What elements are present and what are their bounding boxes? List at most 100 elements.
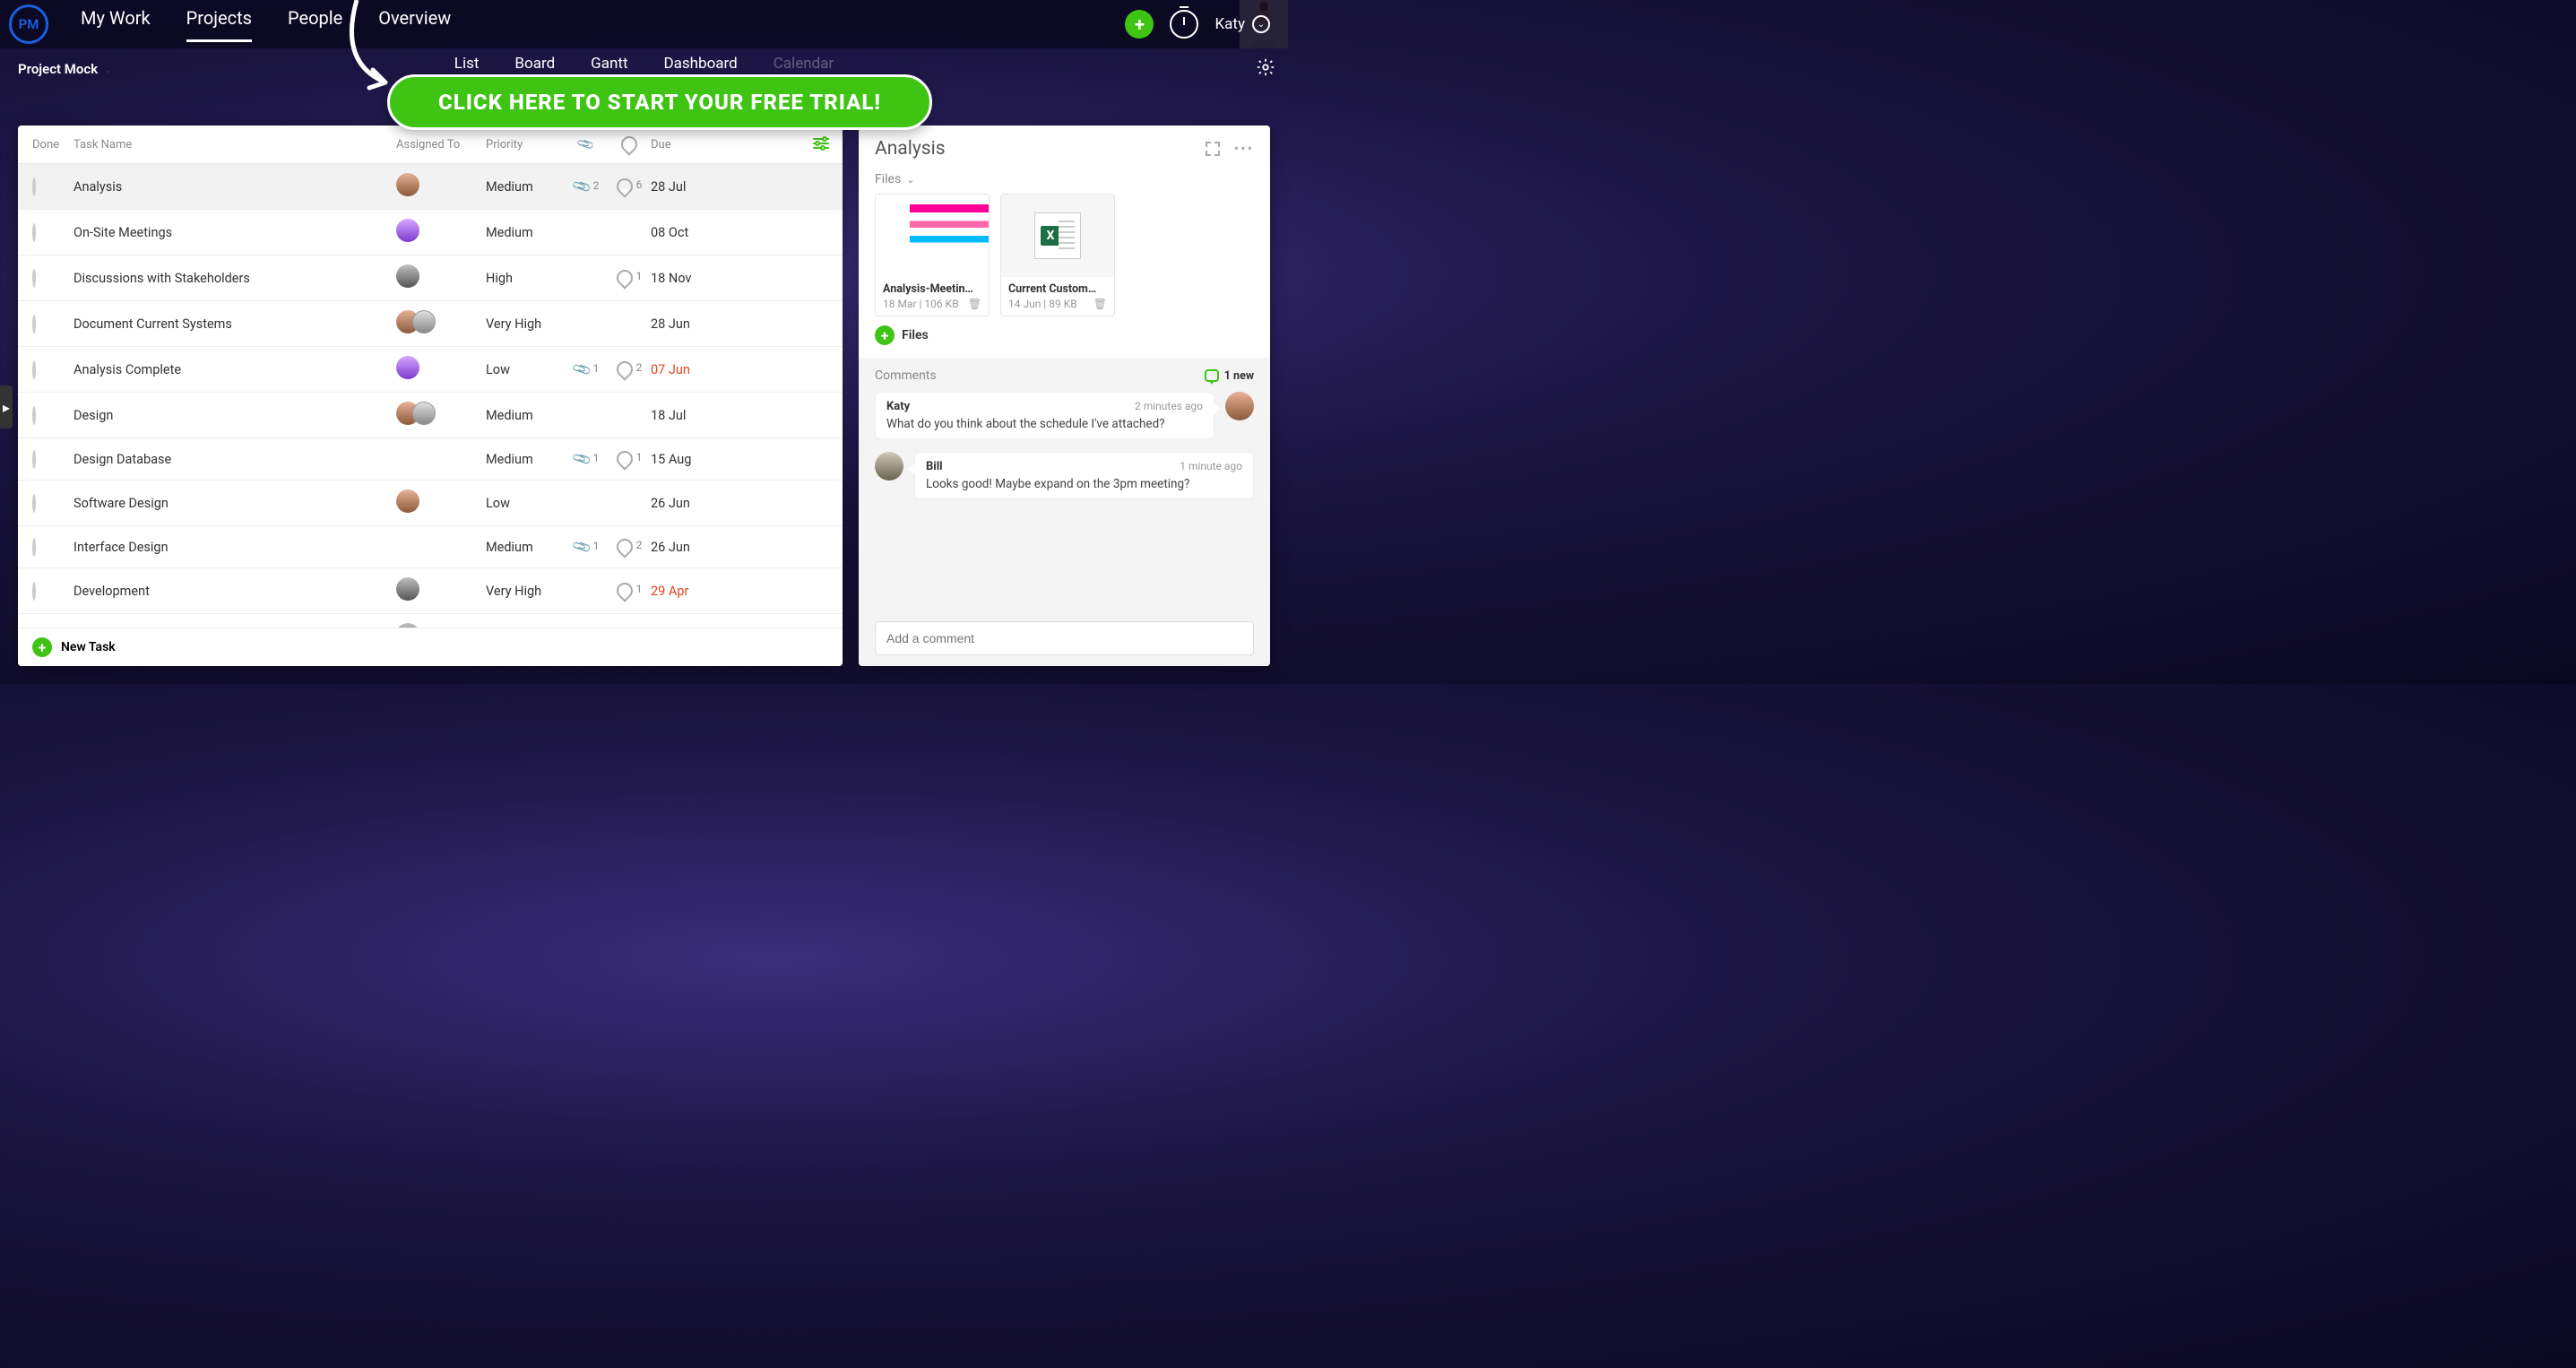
nav-overview[interactable]: Overview [378, 7, 451, 42]
top-nav: PM My Work Projects People Overview + Ka… [0, 0, 1288, 48]
task-row[interactable]: Interface DesignMedium📎1226 Jun [18, 526, 843, 568]
task-name: Interface Design [73, 540, 396, 555]
due-cell: 08 Oct [651, 225, 730, 240]
user-menu[interactable]: Katy ⌄ [1215, 15, 1270, 33]
task-row[interactable]: Discussions with StakeholdersHigh118 Nov [18, 255, 843, 301]
comment-time: 1 minute ago [1180, 460, 1242, 473]
done-checkbox[interactable] [32, 494, 36, 513]
comment-cell[interactable]: 1 [608, 583, 651, 599]
task-list-header: Done Task Name Assigned To Priority 📎 Du… [18, 126, 843, 164]
priority-cell: Low [486, 496, 565, 511]
priority-cell: Medium [486, 540, 565, 555]
task-row[interactable]: DesignMedium18 Jul [18, 393, 843, 438]
cta-free-trial[interactable]: CLICK HERE TO START YOUR FREE TRIAL! [387, 74, 932, 130]
task-row[interactable]: Develop System ModulesMedium28 Apr [18, 614, 843, 628]
plus-icon: + [32, 637, 52, 657]
comment-cell[interactable]: 2 [608, 539, 651, 555]
task-row[interactable]: Analysis CompleteLow📎1207 Jun [18, 347, 843, 393]
user-name: Katy [1215, 15, 1245, 33]
done-checkbox[interactable] [32, 406, 36, 425]
assignee-cell[interactable] [396, 577, 486, 604]
assignee-avatar [396, 577, 419, 601]
priority-cell: Medium [486, 225, 565, 240]
detail-title: Analysis [875, 138, 946, 160]
comment: Katy2 minutes agoWhat do you think about… [875, 392, 1254, 439]
done-checkbox[interactable] [32, 538, 36, 557]
due-cell: 28 Jul [651, 179, 730, 195]
more-icon[interactable]: ••• [1234, 140, 1254, 158]
assignee-avatar [396, 173, 419, 196]
task-name: Software Design [73, 496, 396, 511]
paperclip-icon: 📎 [576, 134, 596, 153]
expand-left-handle[interactable]: ▸ [0, 385, 13, 429]
attachment-cell[interactable]: 📎2 [565, 179, 608, 195]
done-checkbox[interactable] [32, 450, 36, 469]
assignee-avatar [396, 264, 419, 288]
col-priority: Priority [486, 138, 565, 152]
comment-cell[interactable]: 1 [608, 451, 651, 467]
trash-icon[interactable]: 🗑 [1094, 298, 1107, 310]
nav-projects[interactable]: Projects [186, 7, 252, 42]
file-card[interactable]: Current Custom…14 Jun | 89 KB🗑 [1000, 194, 1115, 316]
logo[interactable]: PM [9, 4, 48, 44]
due-cell: 18 Jul [651, 408, 730, 423]
col-done: Done [32, 138, 73, 152]
file-card[interactable]: Analysis-Meetin…18 Mar | 106 KB🗑 [875, 194, 990, 316]
timer-button[interactable] [1170, 10, 1198, 39]
assignee-cell[interactable] [396, 402, 486, 429]
comment-cell[interactable]: 2 [608, 361, 651, 377]
task-row[interactable]: Design DatabaseMedium📎1115 Aug [18, 438, 843, 481]
paperclip-icon: 📎 [571, 448, 592, 470]
assignee-cell[interactable] [396, 310, 486, 337]
comment-body: Katy2 minutes agoWhat do you think about… [875, 392, 1215, 439]
comment-cell[interactable]: 1 [608, 270, 651, 286]
file-thumbnail [1001, 195, 1114, 277]
nav-people[interactable]: People [288, 7, 342, 42]
comment-cell[interactable]: 6 [608, 178, 651, 195]
filter-icon[interactable] [812, 134, 830, 152]
global-add-button[interactable]: + [1125, 10, 1154, 39]
assignee-cell[interactable] [396, 173, 486, 200]
done-checkbox[interactable] [32, 360, 36, 379]
assignee-cell[interactable] [396, 219, 486, 246]
nav-my-work[interactable]: My Work [81, 7, 151, 42]
assignee-avatar [396, 489, 419, 513]
expand-icon[interactable] [1204, 140, 1222, 158]
attachment-cell[interactable]: 📎1 [565, 362, 608, 377]
attachment-cell[interactable]: 📎1 [565, 452, 608, 467]
assignee-cell[interactable] [396, 264, 486, 291]
plus-icon: + [875, 325, 895, 345]
attachment-cell[interactable]: 📎1 [565, 540, 608, 555]
priority-cell: Low [486, 362, 565, 377]
done-checkbox[interactable] [32, 315, 36, 333]
comment-text: Looks good! Maybe expand on the 3pm meet… [926, 477, 1242, 491]
paperclip-icon: 📎 [571, 536, 592, 558]
assignee-cell[interactable] [396, 489, 486, 516]
task-name: Discussions with Stakeholders [73, 271, 396, 286]
new-task-button[interactable]: + New Task [18, 628, 843, 666]
add-files-button[interactable]: + Files [875, 325, 1254, 345]
files-label[interactable]: Files ⌄ [875, 172, 1254, 186]
assignee-cell[interactable] [396, 356, 486, 383]
task-row[interactable]: Software DesignLow26 Jun [18, 481, 843, 526]
done-checkbox[interactable] [32, 582, 36, 601]
chevron-down-icon: ⌄ [906, 174, 914, 186]
task-row[interactable]: Document Current SystemsVery High28 Jun [18, 301, 843, 347]
task-row[interactable]: On-Site Meetings Medium 08 Oct [18, 210, 843, 255]
chevron-down-icon: ⌄ [1252, 15, 1270, 33]
trash-icon[interactable]: 🗑 [968, 298, 981, 310]
done-checkbox[interactable] [32, 177, 36, 196]
comment-icon [617, 539, 633, 555]
task-row[interactable]: AnalysisMedium📎2628 Jul [18, 164, 843, 210]
comment-input[interactable] [875, 621, 1254, 655]
col-assigned: Assigned To [396, 138, 486, 152]
gear-icon[interactable] [1256, 57, 1275, 77]
file-thumbnail [876, 195, 989, 277]
files-block: Files ⌄ Analysis-Meetin…18 Mar | 106 KB🗑… [859, 172, 1270, 358]
done-checkbox[interactable] [32, 223, 36, 242]
file-meta: 14 Jun | 89 KB🗑 [1001, 298, 1114, 316]
priority-cell: Very High [486, 316, 565, 332]
task-name: On-Site Meetings [73, 225, 396, 240]
task-row[interactable]: DevelopmentVery High129 Apr [18, 568, 843, 614]
done-checkbox[interactable] [32, 269, 36, 288]
